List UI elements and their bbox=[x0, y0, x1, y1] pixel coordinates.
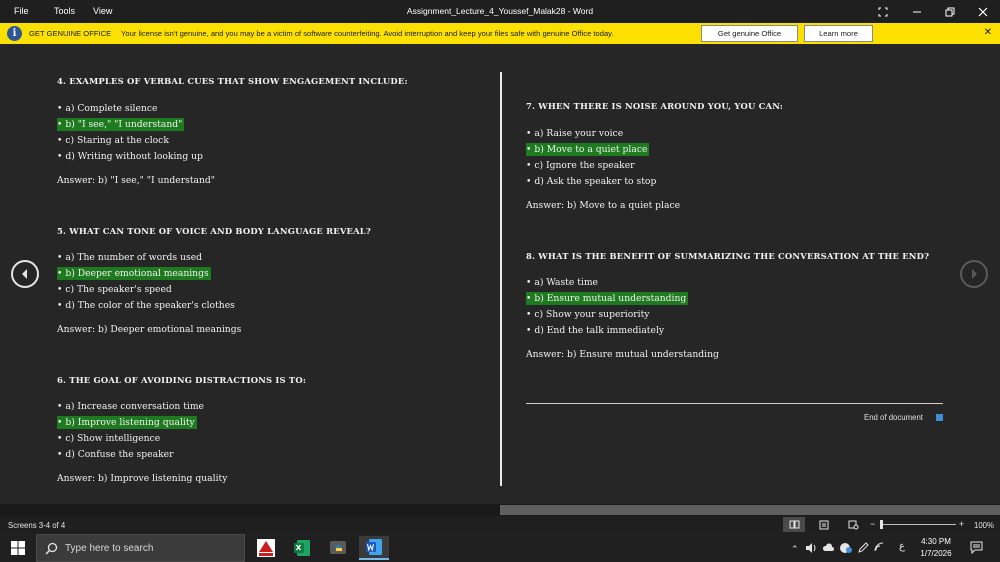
previous-screen-button[interactable] bbox=[11, 260, 39, 288]
book-icon bbox=[789, 520, 799, 529]
question-option: • d) Writing without looking up bbox=[57, 151, 203, 162]
clock-date: 1/7/2026 bbox=[920, 549, 952, 558]
question-answer: Answer: b) Improve listening quality bbox=[57, 473, 228, 484]
page-divider bbox=[500, 72, 502, 486]
excel-icon bbox=[294, 540, 310, 556]
document-area: 4. Examples of verbal cues that show eng… bbox=[0, 44, 1000, 504]
chevron-right-icon bbox=[972, 269, 977, 279]
end-of-document-label: End of document bbox=[864, 413, 923, 422]
taskbar-app-pinned[interactable] bbox=[251, 536, 281, 560]
taskbar-app-excel[interactable] bbox=[287, 536, 317, 560]
search-placeholder: Type here to search bbox=[65, 543, 154, 554]
question-heading: 6. The goal of avoiding distractions is … bbox=[57, 375, 307, 385]
horizontal-scrollbar[interactable] bbox=[0, 504, 1000, 516]
python-icon bbox=[330, 541, 346, 554]
chevron-left-icon bbox=[22, 269, 27, 279]
learn-more-button[interactable]: Learn more bbox=[804, 25, 873, 42]
next-screen-button[interactable] bbox=[960, 260, 988, 288]
zoom-slider[interactable] bbox=[880, 524, 956, 525]
question-heading: 8. What is the benefit of summarizing th… bbox=[526, 251, 930, 261]
question-option-highlighted: • b) "I see," "I understand" bbox=[57, 118, 185, 131]
app-logo-icon bbox=[257, 539, 275, 557]
input-language[interactable]: ع bbox=[899, 541, 905, 552]
speaker-icon[interactable] bbox=[805, 542, 817, 554]
cloud-icon[interactable] bbox=[822, 542, 834, 554]
onedrive-icon[interactable] bbox=[839, 542, 853, 554]
genuine-office-bar: i GET GENUINE OFFICE Your license isn't … bbox=[0, 23, 1000, 44]
question-heading: 5. What can tone of voice and body langu… bbox=[57, 226, 371, 236]
clock-time: 4:30 PM bbox=[921, 537, 951, 546]
question-option: • a) The number of words used bbox=[57, 252, 203, 263]
question-answer: Answer: b) Ensure mutual understanding bbox=[526, 349, 719, 360]
notification-message: Your license isn't genuine, and you may … bbox=[121, 29, 614, 38]
question-answer: Answer: b) Deeper emotional meanings bbox=[57, 324, 242, 335]
question-heading: 4. Examples of verbal cues that show eng… bbox=[57, 76, 408, 86]
taskbar-app-python[interactable] bbox=[323, 536, 353, 560]
question-option: • c) Show intelligence bbox=[57, 433, 161, 444]
question-option: • c) Ignore the speaker bbox=[526, 160, 635, 171]
windows-logo-icon bbox=[11, 541, 25, 555]
question-option: • d) Ask the speaker to stop bbox=[526, 176, 657, 187]
notification-close-icon[interactable]: ✕ bbox=[984, 27, 992, 38]
close-icon[interactable] bbox=[966, 0, 1000, 23]
document-title: Assignment_Lecture_4_Youssef_Malak28 - W… bbox=[406, 6, 594, 16]
notification-center-icon[interactable] bbox=[970, 541, 983, 554]
page-icon bbox=[819, 520, 829, 529]
taskbar-app-word[interactable] bbox=[359, 536, 389, 560]
edit-icon[interactable] bbox=[857, 542, 869, 554]
question-option: • a) Raise your voice bbox=[526, 128, 624, 139]
title-bar: File Tools View Assignment_Lecture_4_You… bbox=[0, 0, 1000, 23]
question-option: • d) Confuse the speaker bbox=[57, 449, 174, 460]
status-bar: Screens 3-4 of 4 − + 100% bbox=[0, 516, 1000, 534]
notification-title: GET GENUINE OFFICE bbox=[29, 29, 112, 38]
zoom-out-button[interactable]: − bbox=[870, 519, 875, 529]
question-option-highlighted: • b) Ensure mutual understanding bbox=[526, 292, 689, 305]
web-layout-icon bbox=[848, 520, 858, 529]
print-layout-button[interactable] bbox=[813, 517, 835, 532]
screen-count: Screens 3-4 of 4 bbox=[8, 521, 66, 530]
read-mode-button[interactable] bbox=[783, 517, 805, 532]
search-icon bbox=[45, 542, 58, 555]
end-divider bbox=[526, 403, 943, 404]
get-genuine-office-button[interactable]: Get genuine Office bbox=[701, 25, 798, 42]
zoom-slider-thumb[interactable] bbox=[880, 520, 883, 529]
question-option: • d) The color of the speaker's clothes bbox=[57, 300, 235, 311]
taskbar: Type here to search ⌃ ع 4:30 PM 1/7/2026 bbox=[0, 534, 1000, 562]
web-layout-button[interactable] bbox=[842, 517, 864, 532]
question-option-highlighted: • b) Deeper emotional meanings bbox=[57, 267, 211, 280]
minimize-icon[interactable] bbox=[900, 0, 934, 23]
word-icon bbox=[366, 539, 382, 555]
start-button[interactable] bbox=[0, 534, 36, 562]
question-answer: Answer: b) "I see," "I understand" bbox=[57, 175, 216, 186]
taskbar-search[interactable]: Type here to search bbox=[36, 534, 245, 562]
restore-icon[interactable] bbox=[933, 0, 967, 23]
question-option: • c) The speaker's speed bbox=[57, 284, 172, 295]
question-option: • a) Complete silence bbox=[57, 103, 158, 114]
question-option: • c) Show your superiority bbox=[526, 309, 650, 320]
question-heading: 7. When there is noise around you, you c… bbox=[526, 101, 784, 111]
question-option: • a) Increase conversation time bbox=[57, 401, 204, 412]
chevron-up-icon[interactable]: ⌃ bbox=[791, 544, 799, 555]
question-option: • d) End the talk immediately bbox=[526, 325, 665, 336]
question-option: • c) Staring at the clock bbox=[57, 135, 169, 146]
scrollbar-thumb[interactable] bbox=[500, 505, 1000, 515]
end-marker bbox=[936, 414, 943, 421]
question-answer: Answer: b) Move to a quiet place bbox=[526, 200, 681, 211]
question-option-highlighted: • b) Move to a quiet place bbox=[526, 143, 650, 156]
question-option: • a) Waste time bbox=[526, 277, 598, 288]
question-option-highlighted: • b) Improve listening quality bbox=[57, 416, 197, 429]
info-icon: i bbox=[7, 26, 22, 41]
system-clock[interactable]: 4:30 PM 1/7/2026 bbox=[912, 536, 960, 560]
zoom-level[interactable]: 100% bbox=[974, 521, 994, 530]
fullscreen-icon[interactable] bbox=[866, 0, 900, 23]
wifi-icon[interactable] bbox=[874, 542, 886, 554]
zoom-in-button[interactable]: + bbox=[959, 519, 964, 529]
